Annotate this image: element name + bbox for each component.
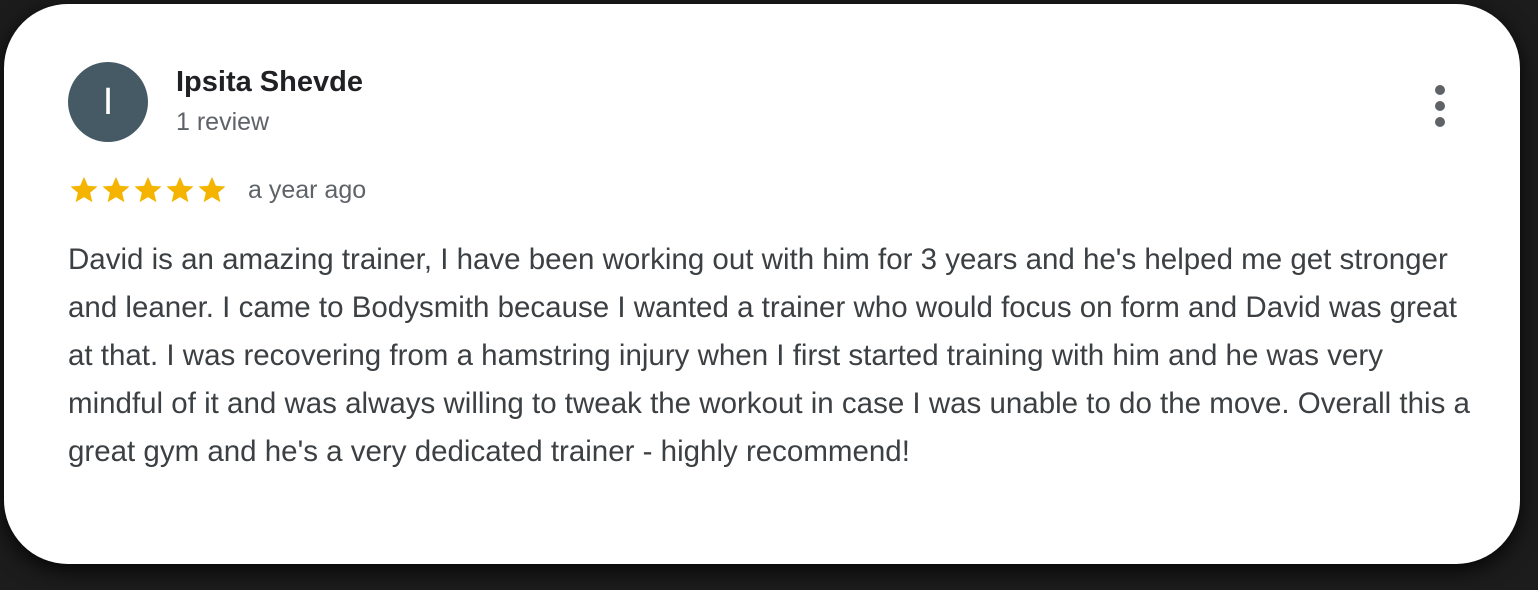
review-date: a year ago — [248, 175, 367, 204]
review-text: David is an amazing trainer, I have been… — [68, 243, 1470, 468]
more-vert-icon — [1435, 85, 1445, 127]
reviewer-name[interactable]: Ipsita Shevde — [176, 66, 363, 99]
avatar-initial: I — [102, 80, 114, 123]
rating-row: a year ago — [68, 170, 366, 210]
avatar[interactable]: I — [68, 62, 148, 142]
star-rating — [68, 174, 228, 206]
star-icon — [102, 176, 130, 203]
star-icon — [134, 176, 162, 203]
star-icon — [166, 176, 194, 203]
more-options-button[interactable] — [1420, 80, 1460, 132]
reviewer-review-count[interactable]: 1 review — [176, 108, 269, 137]
star-icon — [70, 176, 98, 203]
review-card: I Ipsita Shevde 1 review a year ago Davi… — [4, 4, 1520, 564]
star-icon — [198, 176, 226, 203]
